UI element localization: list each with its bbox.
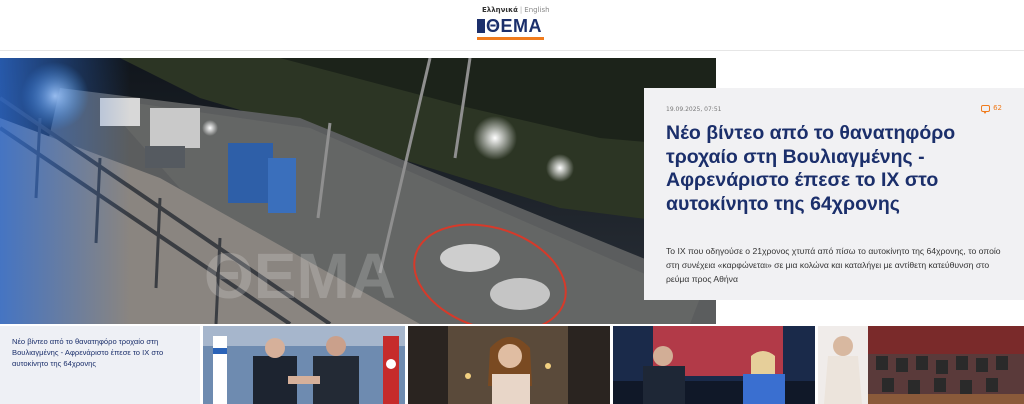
lang-english-link[interactable]: English <box>524 6 549 14</box>
related-thumbnail[interactable] <box>408 326 610 404</box>
logo-mark <box>477 19 485 33</box>
language-switcher: Ελληνικά | English <box>482 6 550 14</box>
related-thumbnail[interactable] <box>203 326 405 404</box>
hero-watermark: ΘΕΜΑ <box>204 240 396 312</box>
related-thumbnail[interactable] <box>818 326 1024 404</box>
hero-summary: Το ΙΧ που οδηγούσε ο 21χρονος χτυπά από … <box>666 246 1001 284</box>
hero-article-card[interactable]: 19.09.2025, 07:51 62 Νέο βίντεο από το θ… <box>644 88 1024 300</box>
article-date: 19.09.2025, 07:51 <box>666 106 722 113</box>
comment-bubble-icon <box>981 104 991 114</box>
logo-text: ΘΕΜΑ <box>486 16 542 36</box>
hero-headline[interactable]: Νέο βίντεο από το θανατηφόρο τροχαίο στη… <box>666 122 1011 216</box>
comments-link[interactable]: 62 <box>981 104 1002 114</box>
lang-greek-link[interactable]: Ελληνικά <box>482 6 518 14</box>
site-logo[interactable]: ΘΕΜΑ <box>477 16 544 42</box>
comments-count: 62 <box>993 104 1002 112</box>
related-article-card[interactable]: Νέο βίντεο από το θανατηφόρο τροχαίο στη… <box>0 326 200 404</box>
related-article-title[interactable]: Νέο βίντεο από το θανατηφόρο τροχαίο στη… <box>12 336 192 369</box>
site-header: Ελληνικά | English ΘΕΜΑ <box>0 0 1024 51</box>
related-thumbnail[interactable] <box>613 326 815 404</box>
logo-underline <box>477 37 544 40</box>
lang-separator: | <box>519 6 523 14</box>
related-articles-strip: Νέο βίντεο από το θανατηφόρο τροχαίο στη… <box>0 326 1024 404</box>
hero-image[interactable]: ΘΕΜΑ <box>0 58 716 324</box>
